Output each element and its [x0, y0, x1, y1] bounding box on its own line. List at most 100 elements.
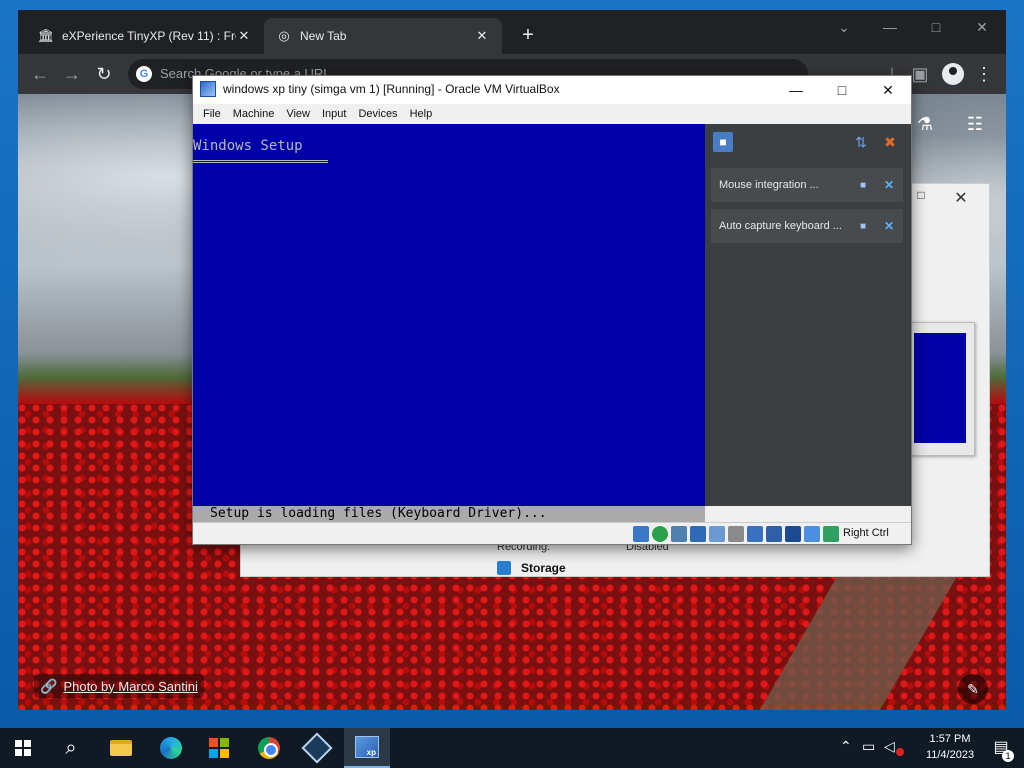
menu-file[interactable]: File — [197, 108, 227, 120]
network-icon[interactable]: ▭ — [862, 738, 875, 755]
close-icon[interactable]: ✕ — [236, 28, 252, 44]
setup-title: Windows Setup — [193, 138, 303, 154]
menu-view[interactable]: View — [280, 108, 316, 120]
search-button[interactable]: ⌕ — [48, 728, 94, 768]
vm-preview-screen — [914, 333, 966, 443]
chrome-icon: ◎ — [278, 28, 290, 43]
maximize-button[interactable]: □ — [911, 188, 931, 208]
museum-icon: 🏛 — [37, 28, 55, 43]
clock-date: 11/4/2023 — [925, 749, 975, 761]
folder-icon — [110, 740, 132, 756]
sort-icon[interactable]: ⇅ — [853, 134, 869, 150]
notification-item[interactable]: Auto capture keyboard ... ■ ✕ — [711, 209, 903, 243]
menu-devices[interactable]: Devices — [352, 108, 403, 120]
keyboard-capture-icon[interactable] — [823, 526, 839, 542]
start-button[interactable] — [0, 728, 46, 768]
menu-icon[interactable]: ⋮ — [972, 62, 996, 86]
xp-vm-icon: xp — [355, 736, 379, 758]
virtualization-icon[interactable] — [785, 526, 801, 542]
edge-button[interactable] — [148, 728, 194, 768]
clock[interactable]: 1:57 PM 11/4/2023 — [912, 731, 988, 763]
notification-text: Auto capture keyboard ... — [719, 220, 842, 232]
vm-preview — [909, 322, 975, 456]
tab-title: eXPerience TinyXP (Rev 11) : Free — [62, 29, 236, 43]
hard-disk-icon[interactable] — [633, 526, 649, 542]
notification-center: ■ ⇅ ✖ Mouse integration ... ■ ✕ Auto cap… — [705, 124, 911, 506]
virtualbox-taskbar-button[interactable] — [294, 728, 340, 768]
back-icon[interactable]: ← — [28, 62, 52, 86]
chevron-up-icon[interactable]: ⌃ — [840, 738, 852, 755]
search-icon: ⌕ — [65, 736, 77, 759]
muted-badge-icon — [896, 748, 904, 756]
manager-window-controls: □ ✕ — [911, 188, 987, 208]
ntp-top-icons: ⚗ ☷ — [914, 114, 994, 144]
minimize-button[interactable]: — — [773, 76, 819, 104]
optical-drive-icon[interactable] — [652, 526, 668, 542]
avatar[interactable] — [942, 63, 964, 85]
store-button[interactable] — [196, 728, 242, 768]
chrome-taskbar-button[interactable] — [246, 728, 292, 768]
chrome-icon — [258, 737, 280, 759]
forward-icon[interactable]: → — [60, 62, 84, 86]
maximize-button[interactable]: □ — [916, 16, 956, 38]
help-icon[interactable]: ■ — [855, 180, 871, 191]
virtualbox-icon — [301, 732, 333, 764]
minimize-button[interactable]: — — [870, 16, 910, 38]
menu-input[interactable]: Input — [316, 108, 352, 120]
photo-credit[interactable]: 🔗 Photo by Marco Santini — [34, 674, 204, 698]
network-icon[interactable] — [690, 526, 706, 542]
vm-menu-bar: File Machine View Input Devices Help — [193, 104, 911, 124]
clear-all-icon[interactable]: ✖ — [881, 134, 899, 150]
usb-icon[interactable] — [709, 526, 725, 542]
tab-title: New Tab — [300, 29, 347, 43]
file-explorer-button[interactable] — [98, 728, 144, 768]
host-key-label: Right Ctrl — [843, 527, 889, 539]
storage-label: Storage — [521, 561, 566, 575]
tab-experience-tinyxp[interactable]: 🏛 eXPerience TinyXP (Rev 11) : Free ✕ — [26, 18, 264, 54]
reload-icon[interactable]: ↻ — [92, 62, 116, 86]
apps-grid-icon[interactable]: ☷ — [964, 114, 986, 136]
device-indicators — [633, 526, 842, 542]
volume-icon[interactable]: ◁ — [884, 738, 895, 755]
notification-center-icon[interactable]: ■ — [713, 132, 733, 152]
vm-display[interactable]: Windows Setup Setup is loading files (Ke… — [193, 124, 705, 522]
audio-icon[interactable] — [671, 526, 687, 542]
vm-window-title: windows xp tiny (simga vm 1) [Running] -… — [223, 82, 560, 96]
setup-status-line: Setup is loading files (Keyboard Driver)… — [193, 506, 705, 522]
tab-search-icon[interactable]: ⌄ — [824, 16, 864, 38]
store-icon — [209, 738, 229, 758]
help-icon[interactable]: ■ — [855, 221, 871, 232]
storage-icon — [497, 561, 511, 575]
notification-toolbar: ■ ⇅ ✖ — [705, 124, 911, 160]
maximize-button[interactable]: □ — [819, 76, 865, 104]
tab-new-tab[interactable]: ◎ New Tab ✕ — [264, 18, 502, 54]
close-button[interactable]: ✕ — [951, 188, 971, 208]
labs-icon[interactable]: ⚗ — [914, 114, 936, 136]
storage-section-header[interactable]: Storage — [491, 558, 989, 578]
close-button[interactable]: ✕ — [962, 16, 1002, 38]
menu-machine[interactable]: Machine — [227, 108, 281, 120]
dismiss-icon[interactable]: ✕ — [881, 219, 897, 233]
link-icon: 🔗 — [40, 677, 58, 694]
photo-credit-text[interactable]: Photo by Marco Santini — [63, 679, 197, 694]
setup-title-underline — [193, 160, 328, 163]
display-icon[interactable] — [747, 526, 763, 542]
windows-start-icon — [15, 740, 31, 756]
virtualbox-vm-icon — [200, 81, 216, 97]
google-icon: G — [136, 66, 152, 82]
close-icon[interactable]: ✕ — [474, 28, 490, 44]
taskbar: ⌕ xp ⌃ ▭ ◁ 1:57 PM 11/4/2023 ▤ 1 — [0, 728, 1024, 768]
recording-icon[interactable] — [766, 526, 782, 542]
clock-time: 1:57 PM — [929, 733, 971, 745]
customize-pencil-icon[interactable]: ✎ — [958, 674, 988, 704]
notification-item[interactable]: Mouse integration ... ■ ✕ — [711, 168, 903, 202]
notification-count-badge: 1 — [1002, 750, 1014, 762]
mouse-integration-icon[interactable] — [804, 526, 820, 542]
new-tab-button[interactable]: + — [516, 24, 540, 48]
dismiss-icon[interactable]: ✕ — [881, 178, 897, 192]
vm-taskbar-button[interactable]: xp — [344, 728, 390, 768]
menu-help[interactable]: Help — [404, 108, 439, 120]
close-button[interactable]: ✕ — [865, 76, 911, 104]
shared-folders-icon[interactable] — [728, 526, 744, 542]
vm-title-bar[interactable]: windows xp tiny (simga vm 1) [Running] -… — [193, 76, 911, 104]
